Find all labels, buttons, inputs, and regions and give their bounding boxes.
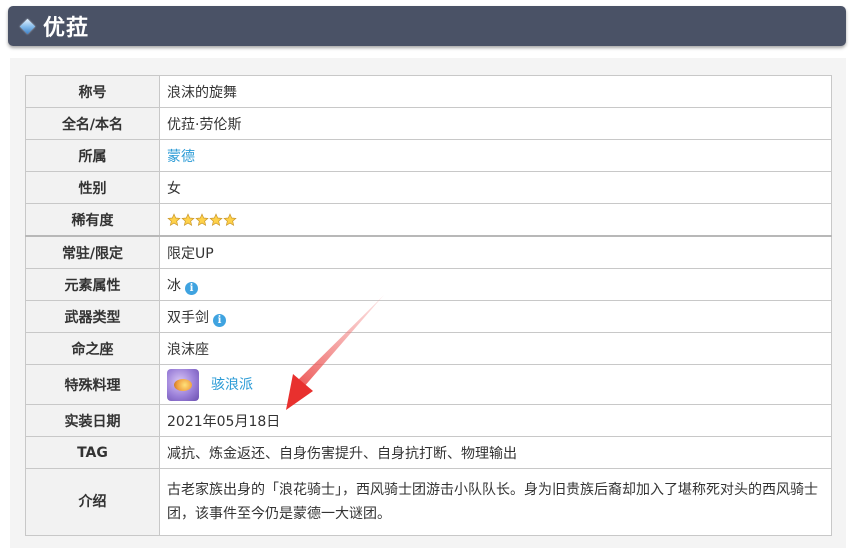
rarity-stars	[167, 212, 237, 227]
info-icon[interactable]: i	[185, 281, 198, 295]
page-header: 优菈	[8, 6, 846, 46]
row-value-fullname: 优菈·劳伦斯	[159, 107, 832, 140]
row-key-rarity: 稀有度	[25, 203, 160, 237]
table-row: 称号 浪沫的旋舞	[25, 75, 832, 108]
row-key-tag: TAG	[25, 436, 160, 469]
row-value-release-date: 2021年05月18日	[159, 404, 832, 437]
table-row: 稀有度	[25, 203, 832, 237]
info-icon[interactable]: i	[213, 313, 226, 327]
star-icon	[181, 212, 195, 226]
table-row: 特殊料理 骇浪派	[25, 364, 832, 405]
table-row: TAG 减抗、炼金返还、自身伤害提升、自身抗打断、物理输出	[25, 436, 832, 469]
table-row: 命之座 浪沫座	[25, 332, 832, 365]
table-row: 所属 蒙德	[25, 139, 832, 172]
row-key-banner: 常驻/限定	[25, 235, 160, 269]
character-info-table: 称号 浪沫的旋舞 全名/本名 优菈·劳伦斯 所属 蒙德 性别 女 稀有度 常驻/…	[25, 75, 832, 536]
element-value: 冰	[167, 277, 181, 294]
star-icon	[195, 212, 209, 226]
table-row: 元素属性 冰i	[25, 268, 832, 301]
dish-icon[interactable]	[167, 368, 199, 401]
row-value-element: 冰i	[159, 268, 832, 301]
table-row: 实装日期 2021年05月18日	[25, 404, 832, 437]
star-icon	[167, 212, 181, 226]
row-key-gender: 性别	[25, 171, 160, 204]
row-key-weapon: 武器类型	[25, 300, 160, 333]
table-row: 常驻/限定 限定UP	[25, 235, 832, 269]
row-key-constellation: 命之座	[25, 332, 160, 365]
row-value-constellation: 浪沫座	[159, 332, 832, 365]
diamond-icon	[19, 18, 36, 34]
row-key-intro: 介绍	[25, 468, 160, 536]
row-value-intro: 古老家族出身的「浪花骑士」，西风骑士团游击小队队长。身为旧贵族后裔却加入了堪称死…	[159, 468, 832, 536]
row-value-weapon: 双手剑 i	[159, 300, 832, 333]
row-key-title: 称号	[25, 75, 160, 108]
table-row: 全名/本名 优菈·劳伦斯	[25, 107, 832, 140]
row-value-title: 浪沫的旋舞	[159, 75, 832, 108]
row-value-rarity	[159, 203, 832, 237]
row-value-affiliation: 蒙德	[159, 139, 832, 172]
row-key-element: 元素属性	[25, 268, 160, 301]
row-value-gender: 女	[159, 171, 832, 204]
row-key-fullname: 全名/本名	[25, 107, 160, 140]
table-row: 性别 女	[25, 171, 832, 204]
table-row: 介绍 古老家族出身的「浪花骑士」，西风骑士团游击小队队长。身为旧贵族后裔却加入了…	[25, 468, 832, 536]
row-key-affiliation: 所属	[25, 139, 160, 172]
special-dish-link[interactable]: 骇浪派	[211, 377, 253, 393]
row-value-special-dish: 骇浪派	[159, 364, 832, 405]
row-key-release-date: 实装日期	[25, 404, 160, 437]
star-icon	[223, 212, 237, 226]
star-icon	[209, 212, 223, 226]
row-value-tag: 减抗、炼金返还、自身伤害提升、自身抗打断、物理输出	[159, 436, 832, 469]
affiliation-link[interactable]: 蒙德	[167, 149, 195, 165]
page-title: 优菈	[43, 16, 90, 41]
table-row: 武器类型 双手剑 i	[25, 300, 832, 333]
weapon-value: 双手剑	[167, 309, 209, 326]
row-value-banner: 限定UP	[159, 235, 832, 269]
row-key-special-dish: 特殊料理	[25, 364, 160, 405]
